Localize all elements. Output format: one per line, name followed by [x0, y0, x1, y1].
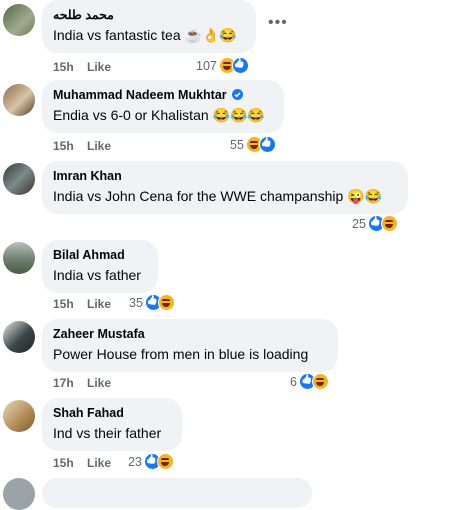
avatar[interactable]	[3, 242, 35, 274]
avatar[interactable]	[3, 321, 35, 353]
comment-bubble	[42, 478, 312, 508]
like-button[interactable]: Like	[87, 376, 111, 390]
comment-author[interactable]: Shah Fahad	[53, 405, 171, 421]
comment-text: India vs fantastic tea ☕👌😂	[53, 27, 237, 43]
reaction-summary[interactable]: 35	[129, 294, 175, 311]
avatar[interactable]	[3, 163, 35, 195]
haha-icon	[156, 453, 174, 470]
haha-icon	[157, 294, 175, 311]
comment-bubble: Imran Khan India vs John Cena for the WW…	[42, 161, 408, 214]
reaction-count: 107	[196, 58, 217, 73]
haha-icon	[311, 373, 329, 390]
comment-author[interactable]: محمد طلحه	[53, 7, 245, 23]
haha-icon	[380, 215, 398, 232]
avatar[interactable]	[3, 478, 35, 510]
comment-bubble: Shah Fahad Ind vs their father	[42, 398, 182, 451]
comment-text: India vs John Cena for the WWE champansh…	[53, 188, 383, 204]
comment-time[interactable]: 15h	[53, 60, 74, 74]
comment-author-name[interactable]: Muhammad Nadeem Mukhtar	[53, 88, 227, 102]
verified-badge-icon	[232, 89, 244, 100]
comment-bubble: Bilal Ahmad India vs father	[42, 240, 158, 293]
like-button[interactable]: Like	[87, 60, 111, 74]
avatar[interactable]	[3, 4, 35, 36]
like-icon	[258, 136, 276, 153]
reaction-count: 6	[290, 374, 297, 389]
avatar[interactable]	[3, 400, 35, 432]
reaction-summary[interactable]: 6	[290, 373, 329, 390]
like-button[interactable]: Like	[87, 456, 111, 470]
like-icon	[231, 57, 249, 74]
reaction-count: 55	[230, 137, 244, 152]
comment-time[interactable]: 17h	[53, 376, 74, 390]
avatar[interactable]	[3, 84, 35, 116]
reaction-count: 25	[352, 216, 366, 231]
like-button[interactable]: Like	[87, 139, 111, 153]
like-button[interactable]: Like	[87, 297, 111, 311]
reaction-summary[interactable]: 107	[196, 57, 249, 74]
comment-text: Ind vs their father	[53, 425, 162, 441]
reaction-summary[interactable]: 55	[230, 136, 276, 153]
reaction-count: 23	[128, 454, 142, 469]
comment-text: Endia vs 6-0 or Khalistan 😂😂😂	[53, 107, 265, 123]
comment-author[interactable]: Muhammad Nadeem Mukhtar	[53, 87, 273, 103]
comment-author[interactable]: Bilal Ahmad	[53, 247, 147, 263]
comment-author[interactable]: Imran Khan	[53, 168, 397, 184]
comment-time[interactable]: 15h	[53, 297, 74, 311]
comment-text: Power House from men in blue is loading	[53, 346, 309, 362]
comment-bubble: Muhammad Nadeem Mukhtar Endia vs 6-0 or …	[42, 80, 284, 133]
comment-time[interactable]: 15h	[53, 139, 74, 153]
reaction-summary[interactable]: 25	[352, 215, 398, 232]
reaction-count: 35	[129, 295, 143, 310]
three-dots-icon[interactable]: •••	[268, 14, 288, 32]
comment-bubble: محمد طلحه India vs fantastic tea ☕👌😂	[42, 0, 256, 53]
comment-time[interactable]: 15h	[53, 456, 74, 470]
comment-author[interactable]: Zaheer Mustafa	[53, 326, 327, 342]
reaction-summary[interactable]: 23	[128, 453, 174, 470]
comment-text: India vs father	[53, 267, 141, 283]
comment-bubble: Zaheer Mustafa Power House from men in b…	[42, 319, 338, 372]
